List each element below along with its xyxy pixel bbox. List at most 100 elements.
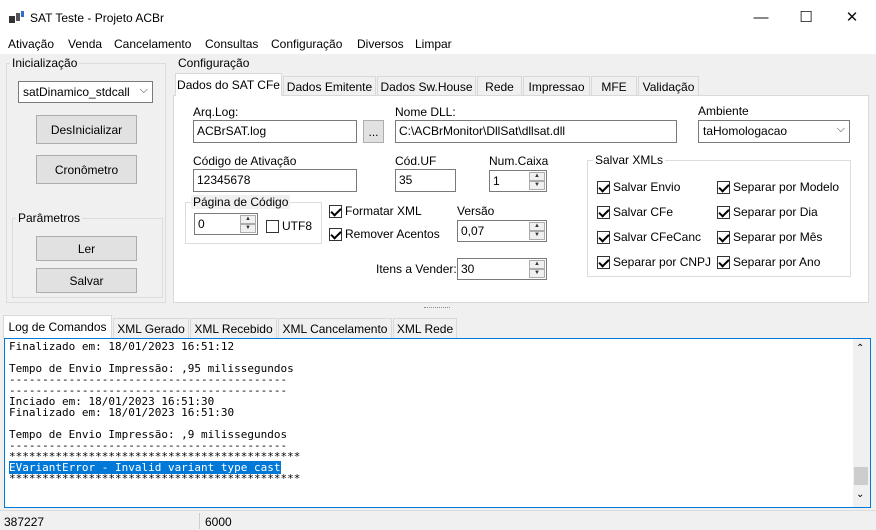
nome-dll-input[interactable]: C:\ACBrMonitor\DllSat\dllsat.dll bbox=[395, 120, 677, 143]
salvar-envio-checkbox[interactable]: Salvar Envio bbox=[597, 180, 680, 194]
status-left: 387227 bbox=[4, 515, 45, 529]
separar-cnpj-label: Separar por CNPJ bbox=[613, 255, 712, 269]
ambiente-label: Ambiente bbox=[698, 104, 749, 118]
log-line: Finalizado em: 18/01/2023 16:51:12 bbox=[9, 340, 235, 353]
chevron-down-icon: ⌵ bbox=[139, 84, 148, 96]
desinicializar-button[interactable]: DesInicializar bbox=[36, 115, 137, 144]
scroll-down-icon[interactable]: ⌄ bbox=[856, 489, 864, 500]
status-right: 6000 bbox=[205, 515, 232, 529]
separar-modelo-label: Separar por Modelo bbox=[733, 180, 840, 194]
salvar-cfe-checkbox[interactable]: Salvar CFe bbox=[597, 205, 673, 219]
menu-bar: Ativação Venda Cancelamento Consultas Co… bbox=[0, 34, 876, 54]
menu-consultas[interactable]: Consultas bbox=[205, 37, 258, 51]
separar-dia-box bbox=[717, 205, 730, 219]
num-caixa-input[interactable]: 1 ▲ ▼ bbox=[489, 170, 547, 192]
maximize-button[interactable]: ☐ bbox=[783, 0, 829, 34]
separar-modelo-box bbox=[717, 180, 730, 194]
ambiente-combo[interactable]: taHomologacao ⌵ bbox=[698, 120, 850, 143]
utf8-box bbox=[266, 219, 279, 233]
menu-ativacao[interactable]: Ativação bbox=[8, 37, 54, 51]
tab-rede[interactable]: Rede bbox=[477, 76, 522, 96]
close-button[interactable]: ✕ bbox=[829, 0, 875, 34]
separar-mes-box bbox=[717, 230, 730, 244]
remover-acentos-checkbox[interactable]: Remover Acentos bbox=[329, 227, 440, 241]
menu-cancelamento[interactable]: Cancelamento bbox=[114, 37, 191, 51]
salvar-cfecanc-label: Salvar CFeCanc bbox=[613, 230, 702, 244]
separar-mes-label: Separar por Mês bbox=[733, 230, 823, 244]
remover-acentos-box bbox=[329, 227, 342, 241]
salvar-xmls-label: Salvar XMLs bbox=[593, 153, 666, 167]
arq-log-input[interactable]: ACBrSAT.log bbox=[193, 120, 357, 143]
separar-ano-box bbox=[717, 255, 730, 269]
ler-button[interactable]: Ler bbox=[36, 236, 137, 261]
parametros-label: Parâmetros bbox=[16, 211, 83, 225]
chevron-down-icon: ⌵ bbox=[836, 123, 845, 135]
log-text: Finalizado em: 18/01/2023 16:51:12 Tempo… bbox=[9, 341, 300, 484]
versao-value: 0,07 bbox=[461, 224, 485, 238]
tab-impressao[interactable]: Impressao bbox=[523, 76, 590, 96]
splitter-grip[interactable] bbox=[424, 307, 450, 310]
tab-xml-rede[interactable]: XML Rede bbox=[393, 318, 457, 338]
log-memo[interactable]: Finalizado em: 18/01/2023 16:51:12 Tempo… bbox=[4, 338, 871, 508]
separar-cnpj-box bbox=[597, 255, 610, 269]
scroll-up-icon[interactable]: ⌃ bbox=[856, 343, 864, 354]
tab-xml-cancelamento[interactable]: XML Cancelamento bbox=[278, 318, 392, 338]
utf8-checkbox[interactable]: UTF8 bbox=[266, 219, 312, 233]
tab-log-comandos[interactable]: Log de Comandos bbox=[3, 315, 112, 338]
formatar-xml-checkbox[interactable]: Formatar XML bbox=[329, 204, 422, 218]
separar-ano-checkbox[interactable]: Separar por Ano bbox=[717, 255, 820, 269]
log-line: Finalizado em: 18/01/2023 16:51:30 bbox=[9, 406, 235, 419]
tab-mfe[interactable]: MFE bbox=[591, 76, 637, 96]
separar-modelo-checkbox[interactable]: Separar por Modelo bbox=[717, 180, 839, 194]
app-icon bbox=[9, 11, 24, 23]
tab-validacao[interactable]: Validação bbox=[638, 76, 699, 96]
separar-cnpj-checkbox[interactable]: Separar por CNPJ bbox=[597, 255, 711, 269]
menu-limpar[interactable]: Limpar bbox=[415, 37, 452, 51]
num-caixa-label: Num.Caixa bbox=[489, 154, 549, 168]
menu-venda[interactable]: Venda bbox=[68, 37, 102, 51]
formatar-xml-box bbox=[329, 204, 342, 218]
itens-vender-input[interactable]: 30 ▲ ▼ bbox=[457, 258, 547, 280]
log-line: ****************************************… bbox=[9, 472, 301, 485]
minimize-button[interactable]: — bbox=[738, 0, 784, 34]
dll-type-combo[interactable]: satDinamico_stdcall ⌵ bbox=[18, 81, 153, 103]
menu-configuracao[interactable]: Configuração bbox=[271, 37, 342, 51]
scroll-thumb[interactable] bbox=[854, 467, 868, 485]
tab-xml-gerado[interactable]: XML Gerado bbox=[113, 318, 189, 338]
versao-label: Versão bbox=[457, 204, 495, 218]
browse-log-button[interactable]: ... bbox=[363, 120, 384, 143]
arq-log-label: Arq.Log: bbox=[193, 105, 239, 119]
title-bar[interactable]: SAT Teste - Projeto ACBr — ☐ ✕ bbox=[0, 0, 876, 34]
salvar-envio-box bbox=[597, 180, 610, 194]
nome-dll-label: Nome DLL: bbox=[395, 105, 456, 119]
separar-mes-checkbox[interactable]: Separar por Mês bbox=[717, 230, 822, 244]
pagina-codigo-spinner[interactable]: ▲ ▼ bbox=[240, 215, 256, 233]
num-caixa-value: 1 bbox=[493, 174, 500, 188]
vertical-scrollbar[interactable]: ⌃ ⌄ bbox=[853, 339, 870, 507]
itens-vender-spinner[interactable]: ▲ ▼ bbox=[529, 260, 545, 278]
pagina-codigo-label: Página de Código bbox=[191, 195, 291, 209]
tab-xml-recebido[interactable]: XML Recebido bbox=[190, 318, 277, 338]
salvar-cfe-box bbox=[597, 205, 610, 219]
dll-type-value: satDinamico_stdcall bbox=[23, 85, 130, 99]
num-caixa-spinner[interactable]: ▲ ▼ bbox=[529, 172, 545, 190]
cronometro-button[interactable]: Cronômetro bbox=[36, 155, 137, 184]
versao-spinner[interactable]: ▲ ▼ bbox=[529, 222, 545, 240]
utf8-label: UTF8 bbox=[282, 219, 312, 233]
salvar-envio-label: Salvar Envio bbox=[613, 180, 681, 194]
salvar-cfecanc-checkbox[interactable]: Salvar CFeCanc bbox=[597, 230, 701, 244]
salvar-cfecanc-box bbox=[597, 230, 610, 244]
separar-dia-label: Separar por Dia bbox=[733, 205, 818, 219]
status-bar: 387227 6000 bbox=[0, 510, 876, 530]
tab-dados-sat-cfe[interactable]: Dados do SAT CFe bbox=[175, 73, 282, 96]
codigo-ativacao-label: Código de Ativação bbox=[193, 154, 297, 168]
codigo-ativacao-input[interactable]: 12345678 bbox=[193, 169, 357, 192]
menu-diversos[interactable]: Diversos bbox=[357, 37, 404, 51]
cod-uf-input[interactable]: 35 bbox=[395, 169, 456, 192]
pagina-codigo-input[interactable]: 0 ▲ ▼ bbox=[194, 213, 258, 235]
salvar-button[interactable]: Salvar bbox=[36, 268, 137, 293]
tab-dados-emitente[interactable]: Dados Emitente bbox=[283, 76, 376, 96]
tab-dados-sw-house[interactable]: Dados Sw.House bbox=[377, 76, 476, 96]
separar-dia-checkbox[interactable]: Separar por Dia bbox=[717, 205, 818, 219]
versao-input[interactable]: 0,07 ▲ ▼ bbox=[457, 220, 547, 242]
